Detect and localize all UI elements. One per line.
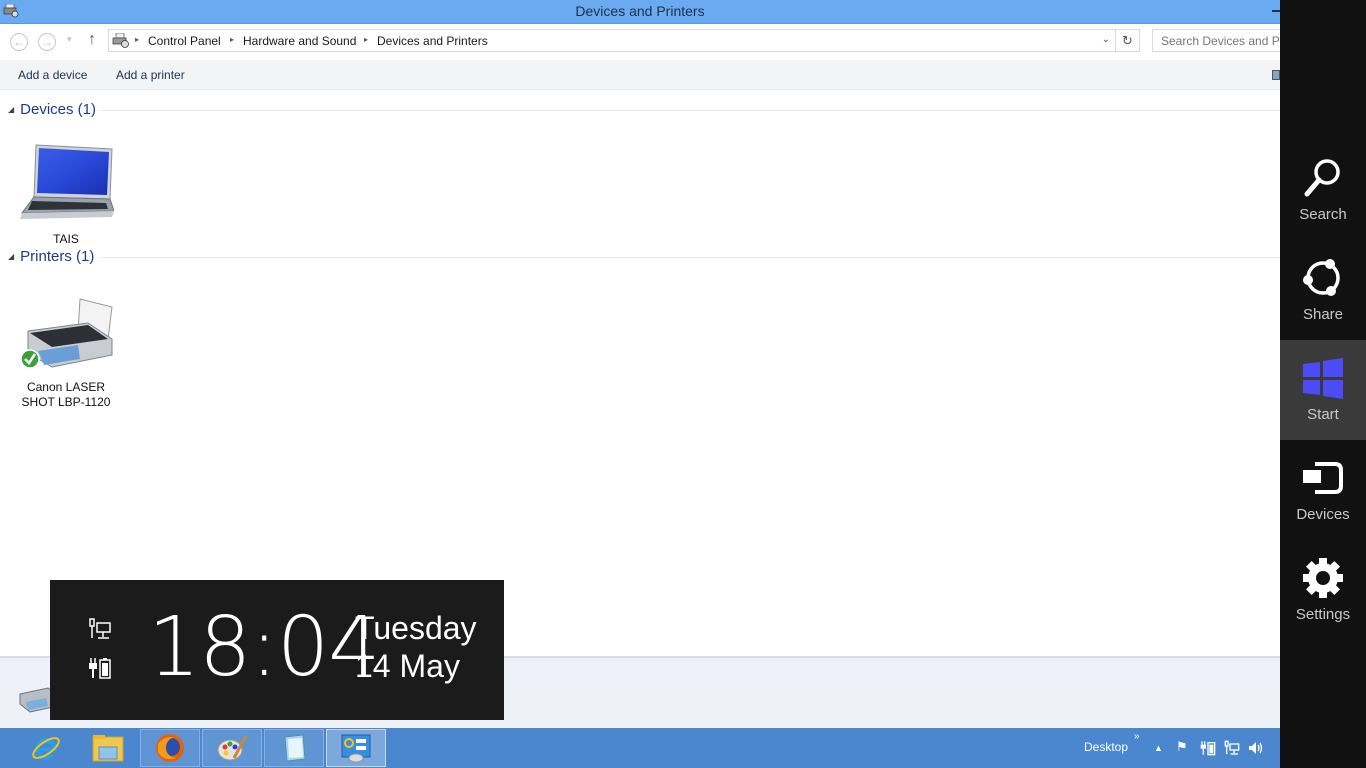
battery-charging-icon bbox=[89, 658, 111, 679]
clock-overlay: 18:04 Tuesday 14 May bbox=[50, 580, 504, 720]
charm-search[interactable]: Search bbox=[1280, 140, 1366, 240]
device-label: TAIS bbox=[53, 232, 79, 246]
control-panel-icon bbox=[112, 33, 129, 48]
printer-item[interactable]: Canon LASER SHOT LBP-1120 bbox=[18, 297, 114, 410]
network-icon[interactable] bbox=[1224, 740, 1240, 756]
breadcrumb-devices-and-printers[interactable]: Devices and Printers bbox=[377, 34, 488, 48]
minimize-icon[interactable] bbox=[1272, 10, 1280, 12]
breadcrumb[interactable]: ▸ Control Panel ▸ Hardware and Sound ▸ D… bbox=[108, 29, 1116, 52]
action-center-flag-icon[interactable]: ⚑ bbox=[1176, 739, 1188, 755]
share-icon bbox=[1303, 259, 1340, 296]
group-divider bbox=[100, 257, 1280, 258]
printer-label-line2: SHOT LBP-1120 bbox=[21, 395, 111, 409]
content-area: ◢ Devices (1) TAIS ◢ Printers (1) Canon … bbox=[0, 91, 1280, 656]
taskbar-control-panel[interactable] bbox=[326, 729, 386, 767]
group-title: Printers (1) bbox=[20, 248, 95, 265]
charm-devices[interactable]: Devices bbox=[1280, 440, 1366, 540]
charm-label: Settings bbox=[1295, 606, 1351, 623]
breadcrumb-separator: ▸ bbox=[135, 35, 140, 44]
printer-label-line1: Canon LASER bbox=[26, 380, 106, 394]
toolbar-overflow-icon[interactable]: » bbox=[1134, 731, 1140, 742]
group-divider bbox=[100, 110, 1280, 111]
up-arrow-icon[interactable]: ↑ bbox=[88, 31, 96, 49]
group-header-printers[interactable]: ◢ Printers (1) bbox=[8, 248, 94, 265]
devices-icon bbox=[1303, 462, 1343, 494]
breadcrumb-control-panel[interactable]: Control Panel bbox=[148, 34, 221, 48]
add-printer-button[interactable]: Add a printer bbox=[116, 68, 185, 82]
windows-logo-icon bbox=[1303, 358, 1343, 399]
breadcrumb-hardware-and-sound[interactable]: Hardware and Sound bbox=[243, 34, 356, 48]
taskbar-internet-explorer[interactable] bbox=[16, 729, 76, 767]
collapse-triangle-icon[interactable]: ◢ bbox=[8, 105, 14, 114]
printer-icon bbox=[20, 298, 113, 369]
screen: Devices and Printers ← → ▾ ↑ ▸ Control P… bbox=[0, 0, 1366, 768]
change-view-icon[interactable] bbox=[1272, 70, 1280, 80]
clock-date: 14 May bbox=[355, 648, 460, 684]
breadcrumb-separator: ▸ bbox=[364, 35, 369, 44]
ie-icon bbox=[32, 737, 60, 760]
desktop-toolbar-label[interactable]: Desktop bbox=[1084, 740, 1128, 754]
charm-start[interactable]: Start bbox=[1280, 340, 1366, 440]
chevron-down-icon[interactable]: ▾ bbox=[67, 34, 72, 45]
taskbar-paint[interactable] bbox=[202, 729, 262, 767]
charm-settings[interactable]: Settings bbox=[1280, 540, 1366, 640]
firefox-icon bbox=[156, 734, 184, 762]
printer-label: Canon LASER SHOT LBP-1120 bbox=[18, 380, 114, 410]
search-icon bbox=[1304, 159, 1340, 197]
notepad-icon bbox=[284, 734, 306, 762]
command-bar: Add a device Add a printer bbox=[0, 60, 1280, 90]
clock-day: Tuesday bbox=[355, 610, 477, 646]
show-hidden-icons-icon[interactable]: ▲ bbox=[1154, 743, 1163, 753]
charm-label: Share bbox=[1302, 306, 1344, 323]
charm-label: Search bbox=[1299, 206, 1347, 223]
network-icon bbox=[89, 618, 111, 639]
address-bar: ← → ▾ ↑ ▸ Control Panel ▸ Hardware and S… bbox=[0, 24, 1292, 60]
control-panel-icon bbox=[341, 734, 371, 763]
paint-icon bbox=[217, 735, 248, 761]
title-bar[interactable]: Devices and Printers bbox=[0, 0, 1280, 24]
group-header-devices[interactable]: ◢ Devices (1) bbox=[8, 101, 96, 118]
charm-label: Devices bbox=[1296, 506, 1350, 523]
taskbar: Desktop » ▲ ⚑ bbox=[0, 728, 1280, 768]
charm-share[interactable]: Share bbox=[1280, 240, 1366, 340]
breadcrumb-separator: ▸ bbox=[230, 35, 235, 44]
battery-charging-icon[interactable] bbox=[1200, 740, 1216, 756]
group-title: Devices (1) bbox=[20, 101, 97, 118]
forward-arrow-icon[interactable]: → bbox=[38, 33, 56, 51]
address-dropdown-icon[interactable]: ⌄ bbox=[1102, 34, 1110, 45]
clock-time: 18:04 bbox=[148, 600, 380, 695]
refresh-icon[interactable]: ↻ bbox=[1116, 29, 1140, 52]
taskbar-notepad[interactable] bbox=[264, 729, 324, 767]
folder-icon bbox=[92, 735, 124, 762]
charms-bar: Search Share Start Devices Settings bbox=[1280, 0, 1366, 768]
search-input[interactable]: Search Devices and Pri bbox=[1152, 29, 1292, 52]
laptop-icon bbox=[20, 144, 115, 219]
device-item[interactable]: TAIS bbox=[18, 143, 115, 247]
collapse-triangle-icon[interactable]: ◢ bbox=[8, 252, 14, 261]
taskbar-file-explorer[interactable] bbox=[78, 729, 138, 767]
gear-icon bbox=[1303, 558, 1343, 598]
add-device-button[interactable]: Add a device bbox=[18, 68, 87, 82]
default-printer-check-icon bbox=[20, 349, 40, 369]
volume-icon[interactable] bbox=[1248, 740, 1264, 756]
window-title: Devices and Printers bbox=[575, 3, 705, 19]
back-arrow-icon[interactable]: ← bbox=[10, 33, 28, 51]
charm-label: Start bbox=[1307, 406, 1339, 423]
taskbar-firefox[interactable] bbox=[140, 729, 200, 767]
